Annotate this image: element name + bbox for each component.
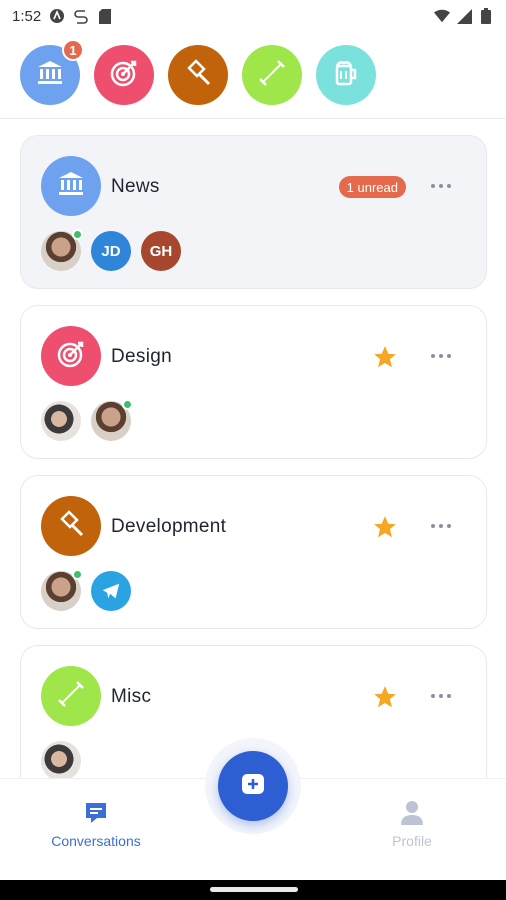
hammer-icon <box>183 58 213 93</box>
member-initials: GH <box>149 242 173 260</box>
target-icon <box>55 338 87 375</box>
more-options-icon[interactable] <box>426 512 456 540</box>
home-gesture-handle[interactable] <box>210 887 298 892</box>
telegram-icon <box>91 571 131 611</box>
fab-halo <box>205 738 301 834</box>
group-avatar <box>41 156 101 216</box>
unread-count-badge: 1 <box>62 39 84 61</box>
group-avatar <box>41 326 101 386</box>
unread-badge: 1 unread <box>338 176 406 198</box>
member-avatar-photo <box>41 401 81 441</box>
member-avatar-photo <box>91 399 133 441</box>
online-indicator <box>72 569 83 580</box>
nav-profile-label: Profile <box>392 833 432 849</box>
nav-profile[interactable]: Profile <box>342 799 482 849</box>
conversation-title: Design <box>111 346 172 367</box>
star-icon[interactable] <box>372 344 398 370</box>
dumbbell-icon <box>257 58 287 93</box>
member-list <box>41 741 81 781</box>
status-bar: 1:52 <box>0 0 506 32</box>
app-notification-icon <box>49 8 65 24</box>
member-initials: JD <box>101 242 121 260</box>
member-avatar-photo <box>41 741 81 781</box>
rail-group-news[interactable]: 1 <box>20 39 84 105</box>
target-icon <box>108 57 140 94</box>
conversation-title: News <box>111 176 160 197</box>
beer-icon <box>331 58 361 93</box>
rail-group-design[interactable] <box>94 45 154 105</box>
signal-icon <box>456 8 472 24</box>
star-icon[interactable] <box>372 684 398 710</box>
member-avatar-photo <box>41 569 83 611</box>
member-list: JD GH <box>41 229 181 271</box>
chat-bubble-icon <box>81 799 111 827</box>
conversation-card-design[interactable]: Design <box>20 305 487 459</box>
more-options-icon[interactable] <box>426 682 456 710</box>
sd-card-icon <box>97 8 113 24</box>
battery-icon <box>478 8 494 24</box>
member-list <box>41 399 133 441</box>
nav-conversations[interactable]: Conversations <box>26 799 166 849</box>
conversation-card-news[interactable]: News 1 unread JD GH <box>20 135 487 289</box>
group-avatar <box>41 666 101 726</box>
nav-conversations-label: Conversations <box>51 833 141 849</box>
member-avatar-initials: JD <box>91 231 131 271</box>
rail-group-misc[interactable] <box>242 45 302 105</box>
member-list <box>41 569 131 611</box>
star-icon[interactable] <box>372 514 398 540</box>
conversation-title: Misc <box>111 686 152 707</box>
hammer-icon <box>56 509 86 544</box>
wifi-icon <box>434 8 450 24</box>
online-indicator <box>72 229 83 240</box>
person-icon <box>397 799 427 827</box>
rail-divider <box>0 118 506 119</box>
new-conversation-button[interactable] <box>218 751 288 821</box>
group-avatar <box>41 496 101 556</box>
add-message-icon <box>240 771 266 802</box>
rail-group-beer[interactable] <box>316 45 376 105</box>
member-avatar-initials: GH <box>141 231 181 271</box>
dumbbell-icon <box>56 679 86 714</box>
rail-group-development[interactable] <box>168 45 228 105</box>
conversation-title: Development <box>111 516 227 537</box>
sync-icon <box>73 8 89 24</box>
more-options-icon[interactable] <box>426 172 456 200</box>
conversation-card-development[interactable]: Development <box>20 475 487 629</box>
bank-icon <box>56 169 86 204</box>
group-rail: 1 <box>0 38 506 118</box>
more-options-icon[interactable] <box>426 342 456 370</box>
status-time: 1:52 <box>12 7 42 25</box>
online-indicator <box>122 399 133 410</box>
bank-icon <box>35 58 65 93</box>
member-avatar-photo <box>41 229 83 271</box>
